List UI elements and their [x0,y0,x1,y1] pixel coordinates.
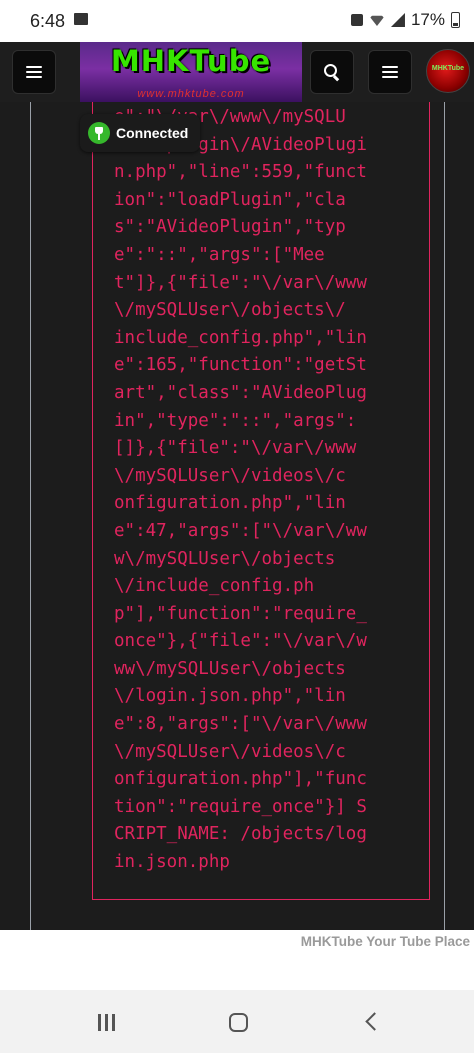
status-time: 6:48 [30,11,66,31]
error-line: art","class":"AVideoPlug [114,382,367,403]
search-icon [324,64,340,80]
status-bar: 6:48 17% [0,0,474,42]
signal-icon [390,13,405,27]
top-navbar: MHKTube www.mhktube.com MHKTube [0,42,474,102]
mute-icon [350,14,363,26]
logo-url: www.mhktube.com [137,88,245,100]
plug-icon [88,122,110,144]
recents-icon[interactable] [98,1014,116,1031]
home-icon[interactable] [229,1013,248,1032]
main-content: e":"\/var\/www\/mySQLU ser\/plugin\/AVid… [0,102,474,930]
right-menu-button[interactable] [368,50,412,94]
container-border-right [444,102,445,930]
error-line: []},{"file":"\/var\/www [114,438,357,459]
error-line: \/mySQLUser\/objects\/ [114,300,346,321]
error-line: e":165,"function":"getSt [114,355,367,376]
hamburger-icon [382,66,398,78]
page-footer: MHKTube Your Tube Place [0,930,474,990]
site-logo[interactable]: MHKTube www.mhktube.com [80,42,302,102]
error-line: ww\/mySQLUser\/objects [114,658,346,679]
error-line: in","type":"::","args": [114,410,357,431]
error-line: onfiguration.php","lin [114,493,346,514]
status-icons: 17% [350,10,460,30]
user-avatar[interactable]: MHKTube [426,49,470,93]
container-border-left [30,102,31,930]
hamburger-icon [26,66,42,78]
error-line: e":8,"args":["\/var\/www [114,714,367,735]
connection-toast: Connected [80,114,201,152]
error-line: p"],"function":"require_ [114,603,367,624]
error-message: e":"\/var\/www\/mySQLU ser\/plugin\/AVid… [114,104,404,877]
logo-text: MHKTube [110,44,272,78]
avatar-text: MHKTube [431,65,465,72]
error-line: \/mySQLUser\/videos\/c [114,741,346,762]
error-line: \/login.json.php","lin [114,686,346,707]
wifi-icon [368,15,385,26]
battery-percent: 17% [410,10,445,29]
error-line: tion":"require_once"}] S [114,796,367,817]
error-line: s":"AVideoPlugin","typ [114,217,346,238]
error-line: include_config.php","lin [114,327,367,348]
left-menu-button[interactable] [12,50,56,94]
footer-text: MHKTube Your Tube Place [300,934,470,949]
error-line: once"},{"file":"\/var\/w [114,631,367,652]
error-line: n.php","line":559,"funct [114,162,367,183]
error-line: e":47,"args":["\/var\/ww [114,520,367,541]
system-navigation-bar [0,990,474,1053]
toast-label: Connected [116,125,189,141]
error-line: \/include_config.ph [114,576,315,597]
back-icon[interactable] [365,1012,384,1031]
error-line: CRIPT_NAME: /objects/log [114,824,367,845]
error-line: \/mySQLUser\/videos\/c [114,465,346,486]
battery-icon [451,12,460,28]
error-line: t"]},{"file":"\/var\/www [114,272,367,293]
error-line: in.json.php [114,852,230,873]
error-line: ion":"loadPlugin","cla [114,189,346,210]
gallery-notification-icon [74,13,88,25]
error-line: onfiguration.php"],"func [114,769,367,790]
error-line: w\/mySQLUser\/objects [114,548,336,569]
search-button[interactable] [310,50,354,94]
error-line: e":"::","args":["Mee [114,244,325,265]
